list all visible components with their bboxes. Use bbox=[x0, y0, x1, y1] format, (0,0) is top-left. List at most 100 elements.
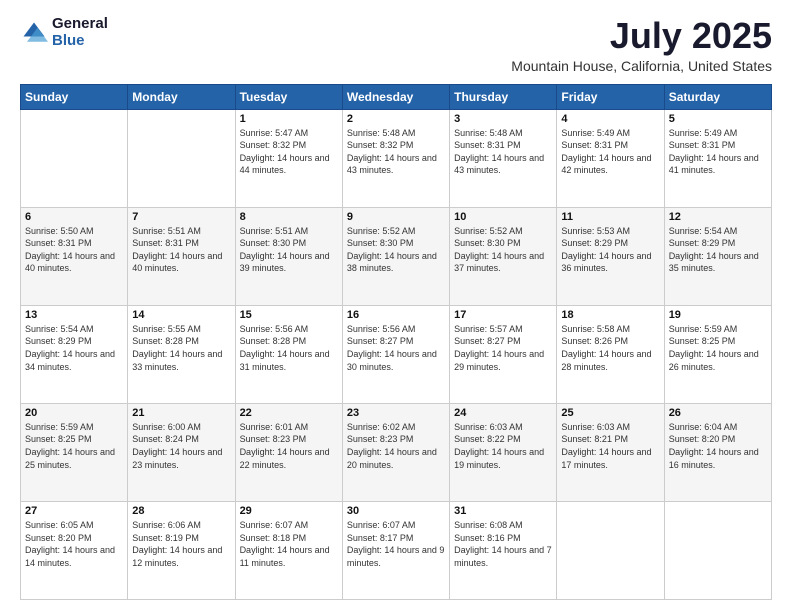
col-sunday: Sunday bbox=[21, 84, 128, 109]
day-number: 14 bbox=[132, 309, 230, 321]
location: Mountain House, California, United State… bbox=[511, 58, 772, 74]
day-number: 5 bbox=[669, 113, 767, 125]
col-friday: Friday bbox=[557, 84, 664, 109]
day-cell: 29 Sunrise: 6:07 AMSunset: 8:18 PMDayligh… bbox=[235, 501, 342, 599]
day-number: 17 bbox=[454, 309, 552, 321]
logo-general: General bbox=[52, 16, 108, 33]
day-info: Sunrise: 6:04 AMSunset: 8:20 PMDaylight:… bbox=[669, 421, 767, 471]
day-number: 10 bbox=[454, 211, 552, 223]
day-number: 23 bbox=[347, 407, 445, 419]
day-number: 27 bbox=[25, 505, 123, 517]
day-info: Sunrise: 5:49 AMSunset: 8:31 PMDaylight:… bbox=[669, 127, 767, 177]
day-cell bbox=[557, 501, 664, 599]
day-number: 15 bbox=[240, 309, 338, 321]
col-wednesday: Wednesday bbox=[342, 84, 449, 109]
day-cell bbox=[664, 501, 771, 599]
day-info: Sunrise: 6:02 AMSunset: 8:23 PMDaylight:… bbox=[347, 421, 445, 471]
week-row-2: 6 Sunrise: 5:50 AMSunset: 8:31 PMDaylight… bbox=[21, 207, 772, 305]
day-number: 1 bbox=[240, 113, 338, 125]
day-number: 31 bbox=[454, 505, 552, 517]
day-number: 21 bbox=[132, 407, 230, 419]
day-cell: 28 Sunrise: 6:06 AMSunset: 8:19 PMDayligh… bbox=[128, 501, 235, 599]
week-row-1: 1Sunrise: 5:47 AMSunset: 8:32 PMDaylight… bbox=[21, 109, 772, 207]
day-cell: 11Sunrise: 5:53 AMSunset: 8:29 PMDayligh… bbox=[557, 207, 664, 305]
day-cell: 10 Sunrise: 5:52 AMSunset: 8:30 PMDayligh… bbox=[450, 207, 557, 305]
day-cell: 1Sunrise: 5:47 AMSunset: 8:32 PMDaylight… bbox=[235, 109, 342, 207]
day-cell: 21 Sunrise: 6:00 AMSunset: 8:24 PMDayligh… bbox=[128, 403, 235, 501]
day-info: Sunrise: 6:00 AMSunset: 8:24 PMDaylight:… bbox=[132, 421, 230, 471]
title-block: July 2025 Mountain House, California, Un… bbox=[511, 16, 772, 74]
day-cell: 25 Sunrise: 6:03 AMSunset: 8:21 PMDayligh… bbox=[557, 403, 664, 501]
day-cell: 26 Sunrise: 6:04 AMSunset: 8:20 PMDayligh… bbox=[664, 403, 771, 501]
day-cell: 4 Sunrise: 5:49 AMSunset: 8:31 PMDaylight… bbox=[557, 109, 664, 207]
day-number: 30 bbox=[347, 505, 445, 517]
logo: General Blue bbox=[20, 16, 108, 49]
month-title: July 2025 bbox=[511, 16, 772, 56]
day-info: Sunrise: 6:03 AMSunset: 8:22 PMDaylight:… bbox=[454, 421, 552, 471]
day-cell: 19Sunrise: 5:59 AMSunset: 8:25 PMDayligh… bbox=[664, 305, 771, 403]
day-info: Sunrise: 5:59 AMSunset: 8:25 PMDaylight:… bbox=[25, 421, 123, 471]
day-cell: 17 Sunrise: 5:57 AMSunset: 8:27 PMDayligh… bbox=[450, 305, 557, 403]
day-number: 13 bbox=[25, 309, 123, 321]
header: General Blue July 2025 Mountain House, C… bbox=[20, 16, 772, 74]
logo-blue: Blue bbox=[52, 33, 108, 50]
day-cell: 20Sunrise: 5:59 AMSunset: 8:25 PMDayligh… bbox=[21, 403, 128, 501]
day-number: 9 bbox=[347, 211, 445, 223]
day-cell: 2Sunrise: 5:48 AMSunset: 8:32 PMDaylight… bbox=[342, 109, 449, 207]
day-info: Sunrise: 6:05 AMSunset: 8:20 PMDaylight:… bbox=[25, 519, 123, 569]
day-number: 4 bbox=[561, 113, 659, 125]
day-number: 7 bbox=[132, 211, 230, 223]
day-cell: 24 Sunrise: 6:03 AMSunset: 8:22 PMDayligh… bbox=[450, 403, 557, 501]
day-info: Sunrise: 5:54 AMSunset: 8:29 PMDaylight:… bbox=[25, 323, 123, 373]
day-info: Sunrise: 5:58 AMSunset: 8:26 PMDaylight:… bbox=[561, 323, 659, 373]
logo-icon bbox=[20, 19, 48, 47]
week-row-5: 27 Sunrise: 6:05 AMSunset: 8:20 PMDayligh… bbox=[21, 501, 772, 599]
day-cell: 5 Sunrise: 5:49 AMSunset: 8:31 PMDaylight… bbox=[664, 109, 771, 207]
day-number: 12 bbox=[669, 211, 767, 223]
day-info: Sunrise: 6:06 AMSunset: 8:19 PMDaylight:… bbox=[132, 519, 230, 569]
day-info: Sunrise: 5:49 AMSunset: 8:31 PMDaylight:… bbox=[561, 127, 659, 177]
week-row-4: 20Sunrise: 5:59 AMSunset: 8:25 PMDayligh… bbox=[21, 403, 772, 501]
day-cell: 22 Sunrise: 6:01 AMSunset: 8:23 PMDayligh… bbox=[235, 403, 342, 501]
day-info: Sunrise: 6:08 AMSunset: 8:16 PMDaylight:… bbox=[454, 519, 552, 569]
day-info: Sunrise: 5:51 AMSunset: 8:30 PMDaylight:… bbox=[240, 225, 338, 275]
day-info: Sunrise: 5:55 AMSunset: 8:28 PMDaylight:… bbox=[132, 323, 230, 373]
day-info: Sunrise: 6:03 AMSunset: 8:21 PMDaylight:… bbox=[561, 421, 659, 471]
day-number: 22 bbox=[240, 407, 338, 419]
day-info: Sunrise: 5:56 AMSunset: 8:27 PMDaylight:… bbox=[347, 323, 445, 373]
day-cell: 31 Sunrise: 6:08 AMSunset: 8:16 PMDayligh… bbox=[450, 501, 557, 599]
day-number: 28 bbox=[132, 505, 230, 517]
day-info: Sunrise: 5:53 AMSunset: 8:29 PMDaylight:… bbox=[561, 225, 659, 275]
day-info: Sunrise: 5:50 AMSunset: 8:31 PMDaylight:… bbox=[25, 225, 123, 275]
col-thursday: Thursday bbox=[450, 84, 557, 109]
col-saturday: Saturday bbox=[664, 84, 771, 109]
day-info: Sunrise: 5:51 AMSunset: 8:31 PMDaylight:… bbox=[132, 225, 230, 275]
day-number: 24 bbox=[454, 407, 552, 419]
day-cell: 3Sunrise: 5:48 AMSunset: 8:31 PMDaylight… bbox=[450, 109, 557, 207]
day-cell: 6 Sunrise: 5:50 AMSunset: 8:31 PMDaylight… bbox=[21, 207, 128, 305]
day-info: Sunrise: 5:56 AMSunset: 8:28 PMDaylight:… bbox=[240, 323, 338, 373]
day-number: 25 bbox=[561, 407, 659, 419]
day-cell bbox=[128, 109, 235, 207]
day-cell: 23 Sunrise: 6:02 AMSunset: 8:23 PMDayligh… bbox=[342, 403, 449, 501]
day-cell: 12Sunrise: 5:54 AMSunset: 8:29 PMDayligh… bbox=[664, 207, 771, 305]
page: General Blue July 2025 Mountain House, C… bbox=[0, 0, 792, 612]
day-info: Sunrise: 5:57 AMSunset: 8:27 PMDaylight:… bbox=[454, 323, 552, 373]
calendar-header-row: Sunday Monday Tuesday Wednesday Thursday… bbox=[21, 84, 772, 109]
day-info: Sunrise: 5:52 AMSunset: 8:30 PMDaylight:… bbox=[454, 225, 552, 275]
day-info: Sunrise: 6:07 AMSunset: 8:18 PMDaylight:… bbox=[240, 519, 338, 569]
day-cell: 9 Sunrise: 5:52 AMSunset: 8:30 PMDaylight… bbox=[342, 207, 449, 305]
day-info: Sunrise: 5:52 AMSunset: 8:30 PMDaylight:… bbox=[347, 225, 445, 275]
day-number: 18 bbox=[561, 309, 659, 321]
day-number: 16 bbox=[347, 309, 445, 321]
day-number: 26 bbox=[669, 407, 767, 419]
day-info: Sunrise: 5:48 AMSunset: 8:31 PMDaylight:… bbox=[454, 127, 552, 177]
day-cell: 15 Sunrise: 5:56 AMSunset: 8:28 PMDayligh… bbox=[235, 305, 342, 403]
day-info: Sunrise: 5:59 AMSunset: 8:25 PMDaylight:… bbox=[669, 323, 767, 373]
day-number: 29 bbox=[240, 505, 338, 517]
day-cell: 27 Sunrise: 6:05 AMSunset: 8:20 PMDayligh… bbox=[21, 501, 128, 599]
day-number: 6 bbox=[25, 211, 123, 223]
day-info: Sunrise: 6:01 AMSunset: 8:23 PMDaylight:… bbox=[240, 421, 338, 471]
day-info: Sunrise: 6:07 AMSunset: 8:17 PMDaylight:… bbox=[347, 519, 445, 569]
day-cell: 7 Sunrise: 5:51 AMSunset: 8:31 PMDaylight… bbox=[128, 207, 235, 305]
